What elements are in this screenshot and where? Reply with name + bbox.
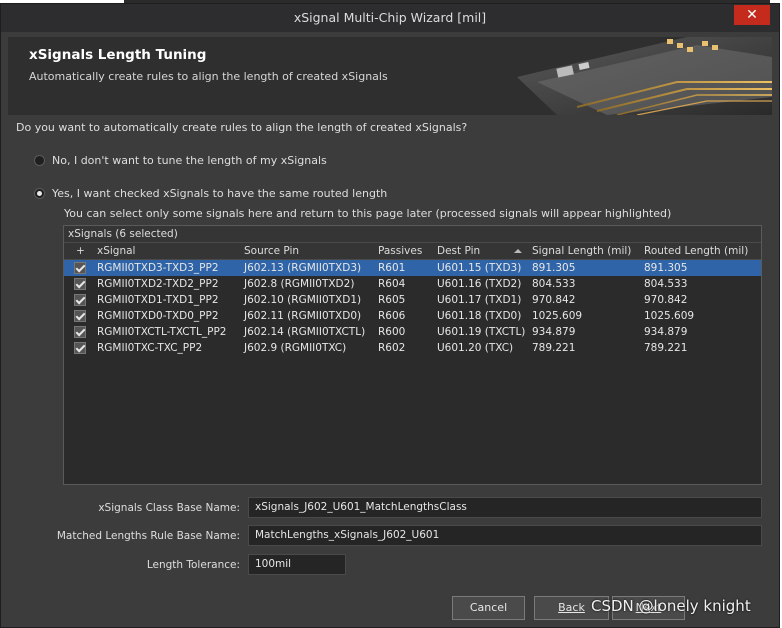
cell-xsignal: RGMII0TXD3-TXD3_PP2	[97, 262, 219, 274]
grid-group-label: xSignals (6 selected)	[64, 226, 761, 243]
pcb-banner-image	[517, 37, 772, 115]
length-tolerance-input[interactable]: 100mil	[248, 554, 346, 575]
cell-passives: R604	[378, 278, 406, 290]
cell-xsignal: RGMII0TXCTL-TXCTL_PP2	[97, 326, 227, 338]
sort-ascending-icon	[514, 249, 522, 253]
table-row[interactable]: RGMII0TXD1-TXD1_PP2 J602.10 (RGMII0TXD1)…	[64, 292, 761, 308]
cell-routed-length: 891.305	[644, 262, 688, 274]
cell-routed-length: 804.533	[644, 278, 688, 290]
column-header-dest-pin[interactable]: Dest Pin	[437, 245, 480, 257]
cell-routed-length: 1025.609	[644, 310, 695, 322]
cell-dest-pin: U601.20 (TXC)	[437, 342, 514, 354]
column-header-routed-length[interactable]: Routed Length (mil)	[644, 245, 748, 257]
cell-signal-length: 789.221	[532, 342, 576, 354]
page-header: xSignals Length Tuning Automatically cre…	[8, 37, 772, 115]
cell-source-pin: J602.13 (RGMII0TXD3)	[244, 262, 362, 274]
radio-same-length[interactable]	[34, 188, 45, 199]
cell-passives: R602	[378, 342, 406, 354]
class-name-label: xSignals Class Base Name:	[98, 502, 240, 514]
radio-no-tuning[interactable]	[34, 155, 45, 166]
cell-dest-pin: U601.16 (TXD2)	[437, 278, 522, 290]
cell-passives: R605	[378, 294, 406, 306]
row-checkbox[interactable]	[74, 278, 86, 290]
page-subtitle: Automatically create rules to align the …	[29, 70, 388, 83]
cell-source-pin: J602.10 (RGMII0TXD1)	[244, 294, 362, 306]
cell-dest-pin: U601.18 (TXD0)	[437, 310, 522, 322]
cell-source-pin: J602.8 (RGMII0TXD2)	[244, 278, 355, 290]
cell-routed-length: 970.842	[644, 294, 688, 306]
column-header-source-pin[interactable]: Source Pin	[244, 245, 299, 257]
selection-hint: You can select only some signals here an…	[64, 207, 672, 220]
cell-signal-length: 970.842	[532, 294, 576, 306]
cell-source-pin: J602.9 (RGMII0TXC)	[244, 342, 347, 354]
cell-routed-length: 789.221	[644, 342, 688, 354]
table-row[interactable]: RGMII0TXD0-TXD0_PP2 J602.11 (RGMII0TXD0)…	[64, 308, 761, 324]
cell-xsignal: RGMII0TXC-TXC_PP2	[97, 342, 203, 354]
cell-dest-pin: U601.15 (TXD3)	[437, 262, 522, 274]
cell-xsignal: RGMII0TXD2-TXD2_PP2	[97, 278, 219, 290]
back-button-label: Back	[558, 601, 585, 614]
title-bar: xSignal Multi-Chip Wizard [mil] ✕	[1, 4, 779, 32]
rule-name-label: Matched Lengths Rule Base Name:	[56, 530, 240, 542]
cell-xsignal: RGMII0TXD1-TXD1_PP2	[97, 294, 219, 306]
cell-dest-pin: U601.17 (TXD1)	[437, 294, 522, 306]
grid-header: + xSignal Source Pin Passives Dest Pin S…	[64, 243, 761, 260]
length-tolerance-label: Length Tolerance:	[146, 559, 240, 571]
xsignals-grid: xSignals (6 selected) + xSignal Source P…	[63, 225, 762, 485]
rule-name-input[interactable]: MatchLengths_xSignals_J602_U601	[248, 525, 762, 546]
cell-passives: R606	[378, 310, 406, 322]
column-header-passives[interactable]: Passives	[378, 245, 422, 257]
table-row[interactable]: RGMII0TXD2-TXD2_PP2 J602.8 (RGMII0TXD2) …	[64, 276, 761, 292]
close-button[interactable]: ✕	[734, 5, 770, 25]
page-title: xSignals Length Tuning	[29, 47, 207, 63]
cell-dest-pin: U601.19 (TXCTL)	[437, 326, 526, 338]
option-same-length[interactable]: Yes, I want checked xSignals to have the…	[34, 187, 387, 200]
cell-source-pin: J602.14 (RGMII0TXCTL)	[244, 326, 366, 338]
window-title: xSignal Multi-Chip Wizard [mil]	[293, 10, 487, 25]
column-header-xsignal[interactable]: xSignal	[97, 245, 135, 257]
column-header-signal-length[interactable]: Signal Length (mil)	[532, 245, 631, 257]
table-row[interactable]: RGMII0TXCTL-TXCTL_PP2 J602.14 (RGMII0TXC…	[64, 324, 761, 340]
table-row[interactable]: RGMII0TXD3-TXD3_PP2 J602.13 (RGMII0TXD3)…	[64, 260, 761, 276]
row-checkbox[interactable]	[74, 326, 86, 338]
cell-source-pin: J602.11 (RGMII0TXD0)	[244, 310, 362, 322]
row-checkbox[interactable]	[74, 310, 86, 322]
close-icon: ✕	[746, 7, 758, 23]
column-header-expand[interactable]: +	[76, 245, 85, 257]
cell-routed-length: 934.879	[644, 326, 688, 338]
question-text: Do you want to automatically create rule…	[16, 121, 468, 134]
option-no-tuning[interactable]: No, I don't want to tune the length of m…	[34, 154, 327, 167]
cell-xsignal: RGMII0TXD0-TXD0_PP2	[97, 310, 219, 322]
row-checkbox[interactable]	[74, 342, 86, 354]
option-same-length-label: Yes, I want checked xSignals to have the…	[52, 187, 388, 200]
class-name-input[interactable]: xSignals_J602_U601_MatchLengthsClass	[248, 497, 762, 518]
row-checkbox[interactable]	[74, 262, 86, 274]
table-row[interactable]: RGMII0TXC-TXC_PP2 J602.9 (RGMII0TXC) R60…	[64, 340, 761, 356]
cell-signal-length: 1025.609	[532, 310, 583, 322]
cell-signal-length: 934.879	[532, 326, 576, 338]
cell-passives: R601	[378, 262, 406, 274]
watermark-text: CSDN @lonely knight	[591, 597, 751, 615]
row-checkbox[interactable]	[74, 294, 86, 306]
cancel-button[interactable]: Cancel	[452, 596, 525, 620]
cell-signal-length: 804.533	[532, 278, 576, 290]
cell-passives: R600	[378, 326, 406, 338]
cell-signal-length: 891.305	[532, 262, 576, 274]
option-no-tuning-label: No, I don't want to tune the length of m…	[52, 154, 327, 167]
